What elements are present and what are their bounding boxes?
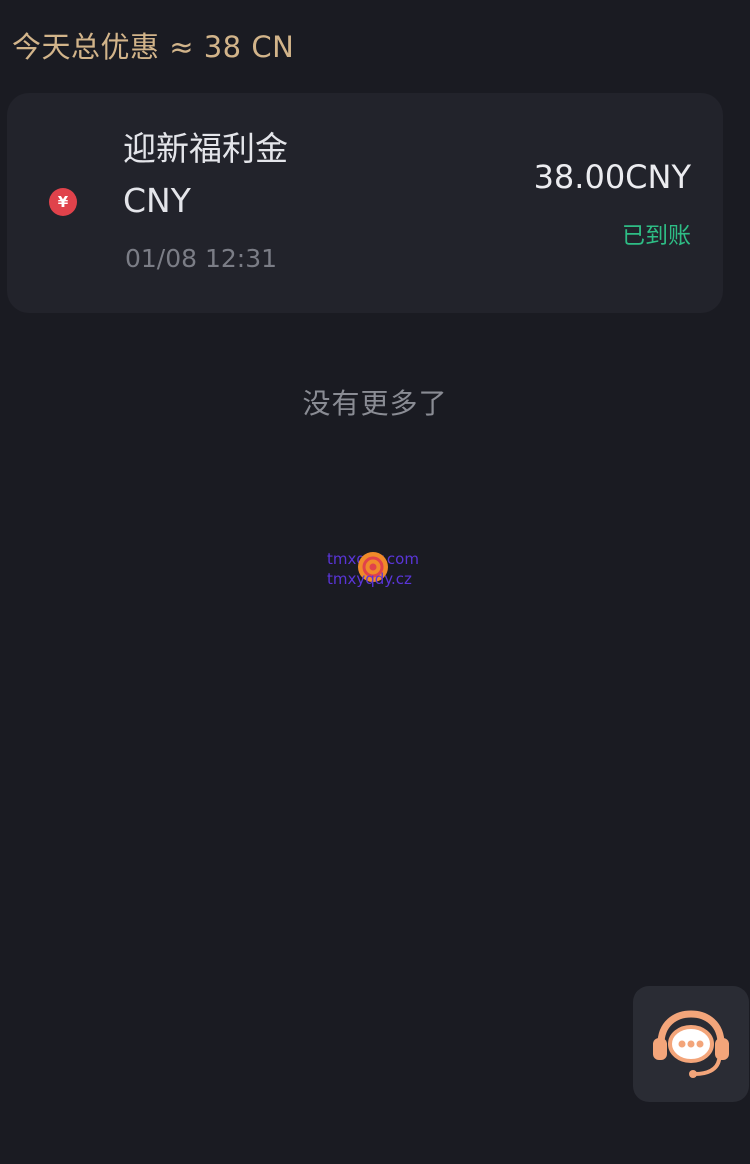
reward-amount: 38.00CNY <box>533 158 691 196</box>
customer-service-button[interactable] <box>633 986 749 1102</box>
yuan-coin-icon: ¥ <box>49 188 77 216</box>
reward-records-page: 今天总优惠 ≈ 38 CN ¥ 迎新福利金 CNY 01/08 12:31 38… <box>0 0 750 1164</box>
watermark: tmxqdy.com tmxyqdy.cz <box>327 544 437 594</box>
watermark-line-2: tmxyqdy.cz <box>327 570 412 588</box>
list-end-text: 没有更多了 <box>302 387 448 420</box>
reward-title: 迎新福利金 <box>123 129 288 168</box>
reward-currency: CNY <box>123 181 191 220</box>
customer-service-icon <box>653 1010 729 1078</box>
reward-time: 01/08 12:31 <box>125 244 278 273</box>
total-discount-summary: 今天总优惠 ≈ 38 CN <box>12 30 295 64</box>
reward-record-card[interactable]: ¥ 迎新福利金 CNY 01/08 12:31 38.00CNY 已到账 <box>7 93 723 313</box>
reward-status: 已到账 <box>622 223 691 249</box>
